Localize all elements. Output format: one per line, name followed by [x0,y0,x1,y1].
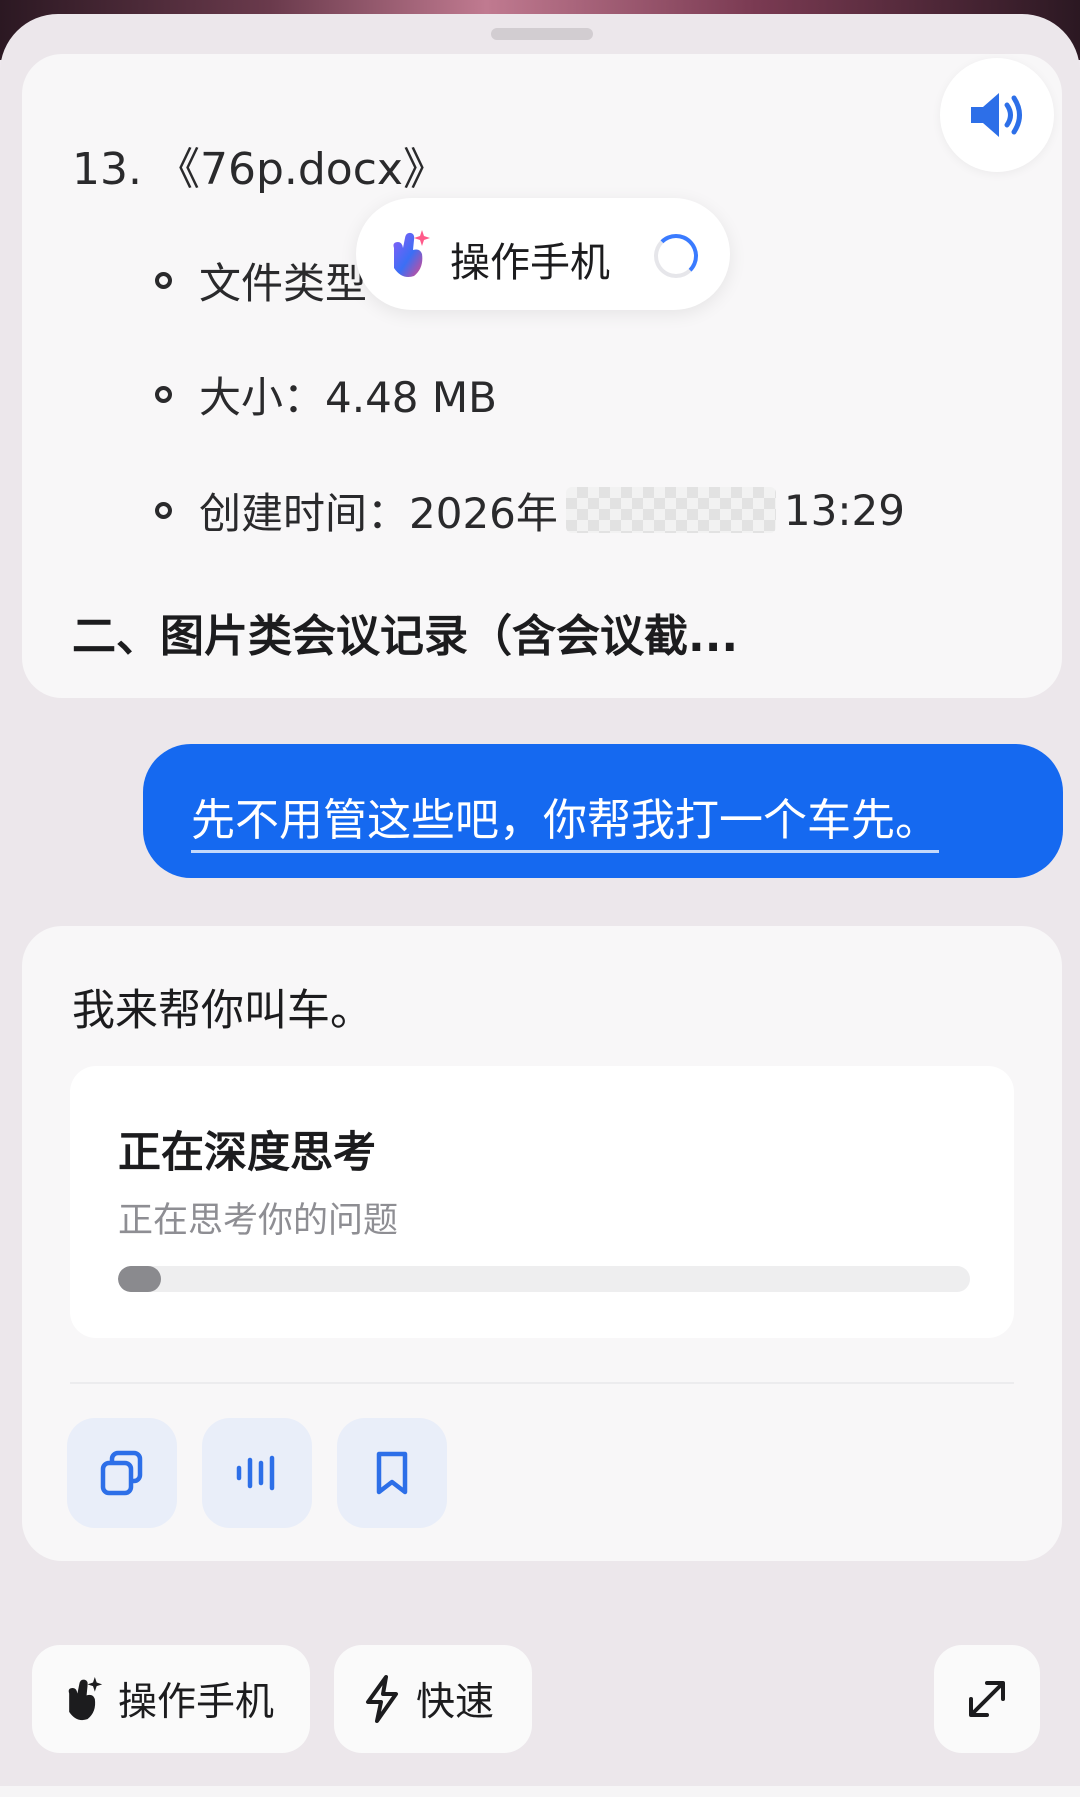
loading-spinner-icon [654,234,698,278]
thinking-progress-bar [118,1266,970,1292]
input-bar-edge [0,1786,1080,1797]
lightning-icon [366,1675,398,1723]
drag-handle[interactable] [491,28,593,40]
bookmark-button[interactable] [337,1418,447,1528]
section-heading: 二、图片类会议记录（含会议截... [72,611,739,662]
magic-hand-icon [68,1677,103,1721]
operate-phone-button-label: 操作手机 [118,1680,275,1725]
bullet-text: 创建时间：2026年 [199,488,558,538]
copy-icon [100,1450,143,1496]
expand-icon [969,1681,1005,1717]
assistant-reply-text: 我来帮你叫车。 [72,986,373,1036]
divider [70,1382,1014,1384]
assistant-reply-card: 我来帮你叫车。 正在深度思考 正在思考你的问题 [22,926,1062,1561]
bullet-text: 文件类型 [199,258,368,308]
bullet-file-size: 大小：4.48 MB [155,364,497,424]
bullet-text: 13:29 [783,485,905,535]
operate-phone-status-pill[interactable]: 操作手机 [356,198,730,310]
bullet-text: 大小：4.48 MB [199,372,497,422]
magic-hand-icon [393,230,430,277]
user-message-bubble[interactable]: 先不用管这些吧，你帮我打一个车先。 [143,744,1063,878]
bullet-dot [155,385,172,403]
bookmark-icon [376,1451,408,1495]
operate-phone-label: 操作手机 [450,240,610,286]
bullet-file-type: 文件类型 [155,250,367,310]
copy-button[interactable] [67,1418,177,1528]
file-title: 13. 《76p.docx》 [72,144,447,195]
bullet-dot [155,271,172,289]
expand-button[interactable] [934,1645,1040,1753]
voice-wave-icon [236,1455,275,1491]
bullet-dot [155,501,172,519]
speaker-button[interactable] [940,58,1054,172]
deep-thinking-panel[interactable]: 正在深度思考 正在思考你的问题 [70,1066,1014,1338]
quick-mode-label: 快速 [416,1680,495,1725]
quick-mode-button[interactable]: 快速 [334,1645,532,1753]
thinking-progress-fill [118,1266,161,1292]
speaker-icon [971,93,1022,137]
thinking-title: 正在深度思考 [118,1128,376,1178]
redacted-area [565,487,776,533]
user-message-text: 先不用管这些吧，你帮我打一个车先。 [191,784,939,853]
thinking-subtitle: 正在思考你的问题 [118,1201,399,1241]
operate-phone-button[interactable]: 操作手机 [32,1645,310,1753]
read-aloud-button[interactable] [202,1418,312,1528]
bullet-created-time: 创建时间：2026年 13:29 [155,480,905,540]
